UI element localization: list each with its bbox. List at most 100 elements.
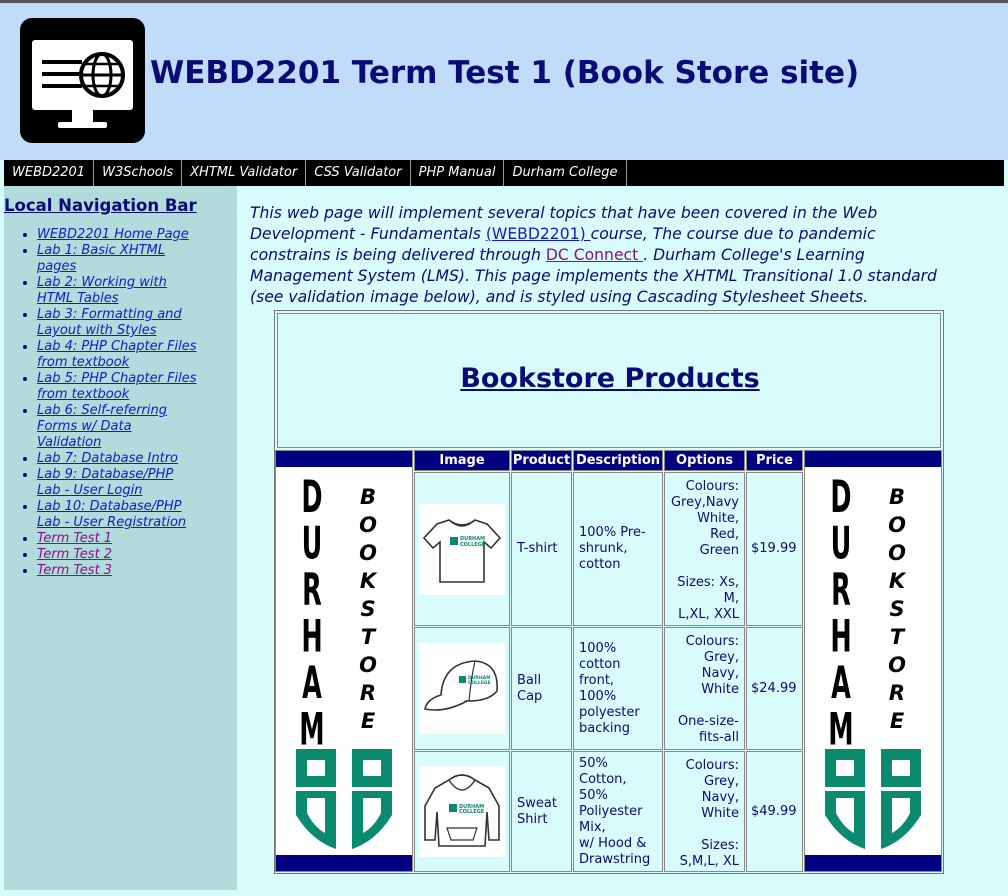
banner-letter: H	[301, 611, 322, 662]
sidebar-link-4[interactable]: Lab 3: Formatting and Layout with Styles	[37, 307, 182, 338]
sidebar-item-9: Lab 9: Database/PHPLab - User Login	[37, 467, 237, 499]
sidebar-link-10[interactable]: Lab 10: Database/PHP Lab - User Registrat…	[37, 499, 186, 530]
product-price: $49.99	[746, 751, 803, 872]
banner-letter: A	[302, 658, 322, 709]
sidebar-link-12[interactable]: Term Test 2	[37, 547, 112, 562]
durham-college-crest-icon	[296, 749, 392, 849]
column-header-image: Image	[414, 450, 510, 471]
sidebar-item-4: Lab 3: Formatting andLayout with Styles	[37, 307, 237, 339]
sidebar-item-11: Term Test 1	[37, 531, 237, 547]
product-name: Ball Cap	[511, 627, 572, 750]
sidebar-item-7: Lab 6: Self-referringForms w/ DataValida…	[37, 403, 237, 451]
bookstore-heading: Bookstore Products	[460, 363, 760, 394]
site-header: WEBD2201 Term Test 1 (Book Store site)	[0, 3, 1008, 160]
banner-letter: E	[361, 709, 376, 733]
banner-letter: A	[831, 658, 851, 709]
column-header-options: Options	[664, 450, 745, 471]
page-title: WEBD2201 Term Test 1 (Book Store site)	[150, 55, 860, 91]
nav-link-webd2201[interactable]: WEBD2201	[4, 160, 95, 186]
nav-link-php-manual[interactable]: PHP Manual	[411, 160, 505, 186]
product-options: Colours: Grey, Navy, White Sizes: S,M,L, XL	[664, 751, 745, 872]
product-options: Colours: Grey,Navy White, Red, Green Sizes: …	[664, 472, 745, 626]
sidebar-link-2[interactable]: Lab 1: Basic XHTML pages	[37, 243, 165, 274]
durham-bookstore-banner-right: DURHAMBOOKSTORE	[804, 450, 942, 872]
banner-letter: O	[888, 541, 906, 565]
nav-link-w3schools[interactable]: W3Schools	[94, 160, 183, 186]
local-navigation-sidebar: Local Navigation Bar WEBD2201 Home PageL…	[4, 186, 237, 890]
banner-letter: R	[302, 565, 322, 616]
intro-paragraph: This web page will implement several top…	[250, 204, 937, 306]
banner-letter: R	[889, 681, 905, 705]
product-name: Sweat Shirt	[511, 751, 572, 872]
table-caption: Bookstore Products	[277, 313, 941, 448]
nav-link-xhtml-validator[interactable]: XHTML Validator	[182, 160, 307, 186]
banner-letter: B	[889, 485, 905, 509]
hoodie-icon: DURHAM COLLEGE	[419, 766, 505, 857]
dc-connect-link[interactable]: DC Connect	[546, 246, 643, 264]
sidebar-title: Local Navigation Bar	[4, 196, 197, 215]
product-price: $24.99	[746, 627, 803, 750]
monitor-globe-icon	[20, 18, 145, 143]
banner-letter: S	[889, 597, 904, 621]
sidebar-item-3: Lab 2: Working withHTML Tables	[37, 275, 237, 307]
sidebar-item-8: Lab 7: Database Intro	[37, 451, 237, 467]
nav-link-durham-college[interactable]: Durham College	[504, 160, 627, 186]
sidebar-item-12: Term Test 2	[37, 547, 237, 563]
product-description: 50% Cotton, 50% Poliyester Mix, w/ Hood & Draw…	[573, 751, 663, 872]
banner-letter: E	[890, 709, 905, 733]
sidebar-item-1: WEBD2201 Home Page	[37, 227, 237, 243]
column-header-price: Price	[746, 450, 803, 471]
product-price: $19.99	[746, 472, 803, 626]
banner-letter: K	[889, 569, 907, 593]
durham-bookstore-banner-left: DURHAMBOOKSTORE	[275, 450, 413, 872]
banner-letter: D	[301, 472, 322, 523]
banner-letter: H	[830, 611, 851, 662]
durham-college-crest-icon	[825, 749, 921, 849]
bookstore-products-table: Bookstore Products DURHAMBOOKSTORE DURHA…	[274, 310, 944, 874]
product-name: T-shirt	[511, 472, 572, 626]
sidebar-link-7[interactable]: Lab 6: Self-referring Forms w/ Data Valida…	[37, 403, 167, 450]
banner-letter: R	[831, 565, 851, 616]
banner-letter: M	[828, 704, 853, 755]
nav-link-css-validator[interactable]: CSS Validator	[306, 160, 411, 186]
product-options: Colours: Grey, Navy, White One-size-fits-al…	[664, 627, 745, 750]
sidebar-link-3[interactable]: Lab 2: Working with HTML Tables	[37, 275, 167, 306]
banner-letter: O	[359, 513, 377, 537]
svg-text:COLLEGE: COLLEGE	[460, 542, 486, 548]
banner-letter: R	[360, 681, 376, 705]
banner-letter: B	[360, 485, 376, 509]
sidebar-link-8[interactable]: Lab 7: Database Intro	[37, 451, 178, 466]
banner-letter: O	[888, 513, 906, 537]
banner-letter: O	[359, 541, 377, 565]
banner-letter: K	[360, 569, 378, 593]
sidebar-item-10: Lab 10: Database/PHPLab - User Registrat…	[37, 499, 237, 531]
sidebar-item-5: Lab 4: PHP Chapter Filesfrom textbook	[37, 339, 237, 371]
ball-cap-icon: DURHAM COLLEGE	[419, 643, 505, 734]
product-description: 100% cotton front, 100% polyester backing	[573, 627, 663, 750]
sidebar-item-13: Term Test 3	[37, 563, 237, 579]
sidebar-link-6[interactable]: Lab 5: PHP Chapter Files from textbook	[37, 371, 197, 402]
banner-letter: T	[361, 625, 377, 649]
sidebar-item-6: Lab 5: PHP Chapter Filesfrom textbook	[37, 371, 237, 403]
column-header-product: Product	[511, 450, 572, 471]
banner-letter: O	[888, 653, 906, 677]
sidebar-link-1[interactable]: WEBD2201 Home Page	[37, 227, 189, 242]
sidebar-item-2: Lab 1: Basic XHTMLpages	[37, 243, 237, 275]
banner-letter: M	[299, 704, 324, 755]
sidebar-link-11[interactable]: Term Test 1	[37, 531, 112, 546]
svg-text:COLLEGE: COLLEGE	[459, 809, 485, 815]
banner-letter: D	[830, 472, 851, 523]
product-description: 100% Pre-shrunk, cotton	[573, 472, 663, 626]
banner-letter: U	[831, 518, 852, 569]
webd2201-link[interactable]: (WEBD2201)	[486, 225, 591, 243]
product-image-cell: DURHAM COLLEGE	[414, 627, 510, 750]
sidebar-link-13[interactable]: Term Test 3	[37, 563, 112, 578]
top-navigation-bar: WEBD2201 W3Schools XHTML Validator CSS V…	[4, 160, 1004, 186]
sidebar-link-5[interactable]: Lab 4: PHP Chapter Files from textbook	[37, 339, 197, 370]
tshirt-icon: DURHAM COLLEGE	[419, 503, 505, 595]
column-header-description: Description	[573, 450, 663, 471]
product-image-cell: DURHAM COLLEGE	[414, 751, 510, 872]
banner-letter: S	[360, 597, 375, 621]
sidebar-link-9[interactable]: Lab 9: Database/PHP Lab - User Login	[37, 467, 173, 498]
svg-text:COLLEGE: COLLEGE	[468, 680, 491, 686]
